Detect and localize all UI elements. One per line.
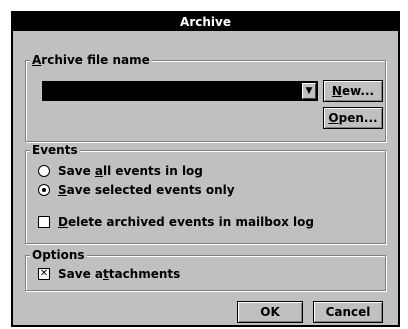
checkbox-save-attachments[interactable]: ✕ Save attachments (38, 266, 180, 282)
dialog-title: Archive (13, 13, 398, 31)
events-group: Events Save all events in log Save selec… (25, 143, 386, 244)
archive-file-group: Archive file name ▼ New... Open... (25, 53, 386, 142)
delete-archived-checkbox[interactable] (38, 215, 50, 228)
open-button[interactable]: Open... (323, 107, 383, 129)
radio-save-all-indicator[interactable] (38, 164, 50, 177)
radio-save-all-events[interactable]: Save all events in log (38, 163, 203, 179)
ok-button[interactable]: OK (237, 301, 303, 323)
cancel-button[interactable]: Cancel (313, 301, 383, 323)
archive-file-group-label: Archive file name (30, 53, 152, 67)
archive-dialog: Archive Archive file name ▼ New... Open.… (11, 11, 400, 327)
options-group-label: Options (30, 248, 87, 262)
combo-dropdown-arrow-icon[interactable]: ▼ (302, 83, 316, 99)
radio-save-selected-events[interactable]: Save selected events only (38, 182, 235, 198)
save-attachments-checkbox[interactable]: ✕ (38, 267, 50, 280)
checkbox-delete-archived[interactable]: Delete archived events in mailbox log (38, 214, 314, 230)
new-button[interactable]: New... (323, 80, 383, 102)
options-group: Options ✕ Save attachments (25, 248, 386, 291)
events-group-label: Events (30, 143, 80, 157)
radio-save-selected-indicator[interactable] (38, 183, 50, 196)
archive-file-combo[interactable]: ▼ (42, 81, 318, 101)
